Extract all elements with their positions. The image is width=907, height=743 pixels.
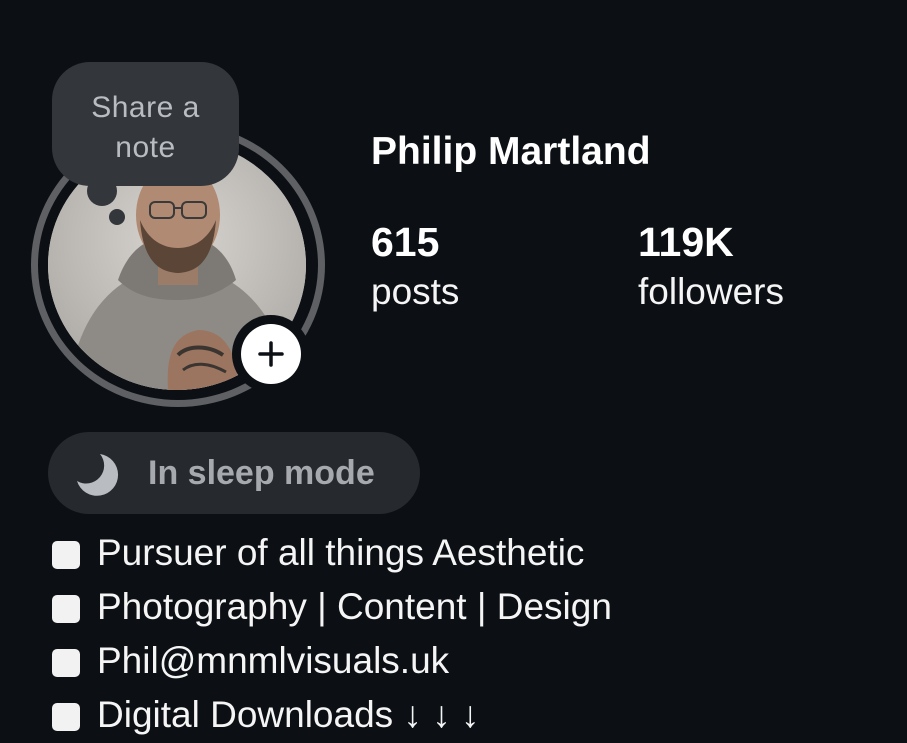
note-bubble-tail-small xyxy=(109,209,125,225)
sleep-mode-status[interactable]: In sleep mode xyxy=(48,432,420,514)
profile-name: Philip Martland xyxy=(371,130,651,173)
followers-stat[interactable]: 119K followers xyxy=(638,218,784,318)
posts-count: 615 xyxy=(371,219,440,265)
sleep-mode-label: In sleep mode xyxy=(148,454,375,492)
note-text-line-1: Share a xyxy=(91,91,200,124)
share-note-button[interactable]: Share a note xyxy=(52,62,239,186)
bio-email-link[interactable]: Phil@mnmlvisuals.uk xyxy=(97,637,449,685)
moon-icon xyxy=(77,454,119,496)
white-square-icon xyxy=(52,595,80,623)
note-text-line-2: note xyxy=(115,131,176,164)
white-square-icon xyxy=(52,541,80,569)
add-story-circle[interactable] xyxy=(241,324,301,384)
posts-stat[interactable]: 615 posts xyxy=(371,218,459,318)
white-square-icon xyxy=(52,649,80,677)
posts-label: posts xyxy=(371,271,460,312)
followers-count: 119K xyxy=(638,219,734,265)
plus-icon xyxy=(258,341,284,367)
bio-line-text: Digital Downloads ↓ ↓ ↓ xyxy=(97,694,480,735)
bio-line-text: Photography | Content | Design xyxy=(97,586,612,627)
white-square-icon xyxy=(52,703,80,731)
bio-line-text: Pursuer of all things Aesthetic xyxy=(97,532,585,573)
add-story-button[interactable] xyxy=(232,315,310,393)
followers-label: followers xyxy=(638,271,784,312)
